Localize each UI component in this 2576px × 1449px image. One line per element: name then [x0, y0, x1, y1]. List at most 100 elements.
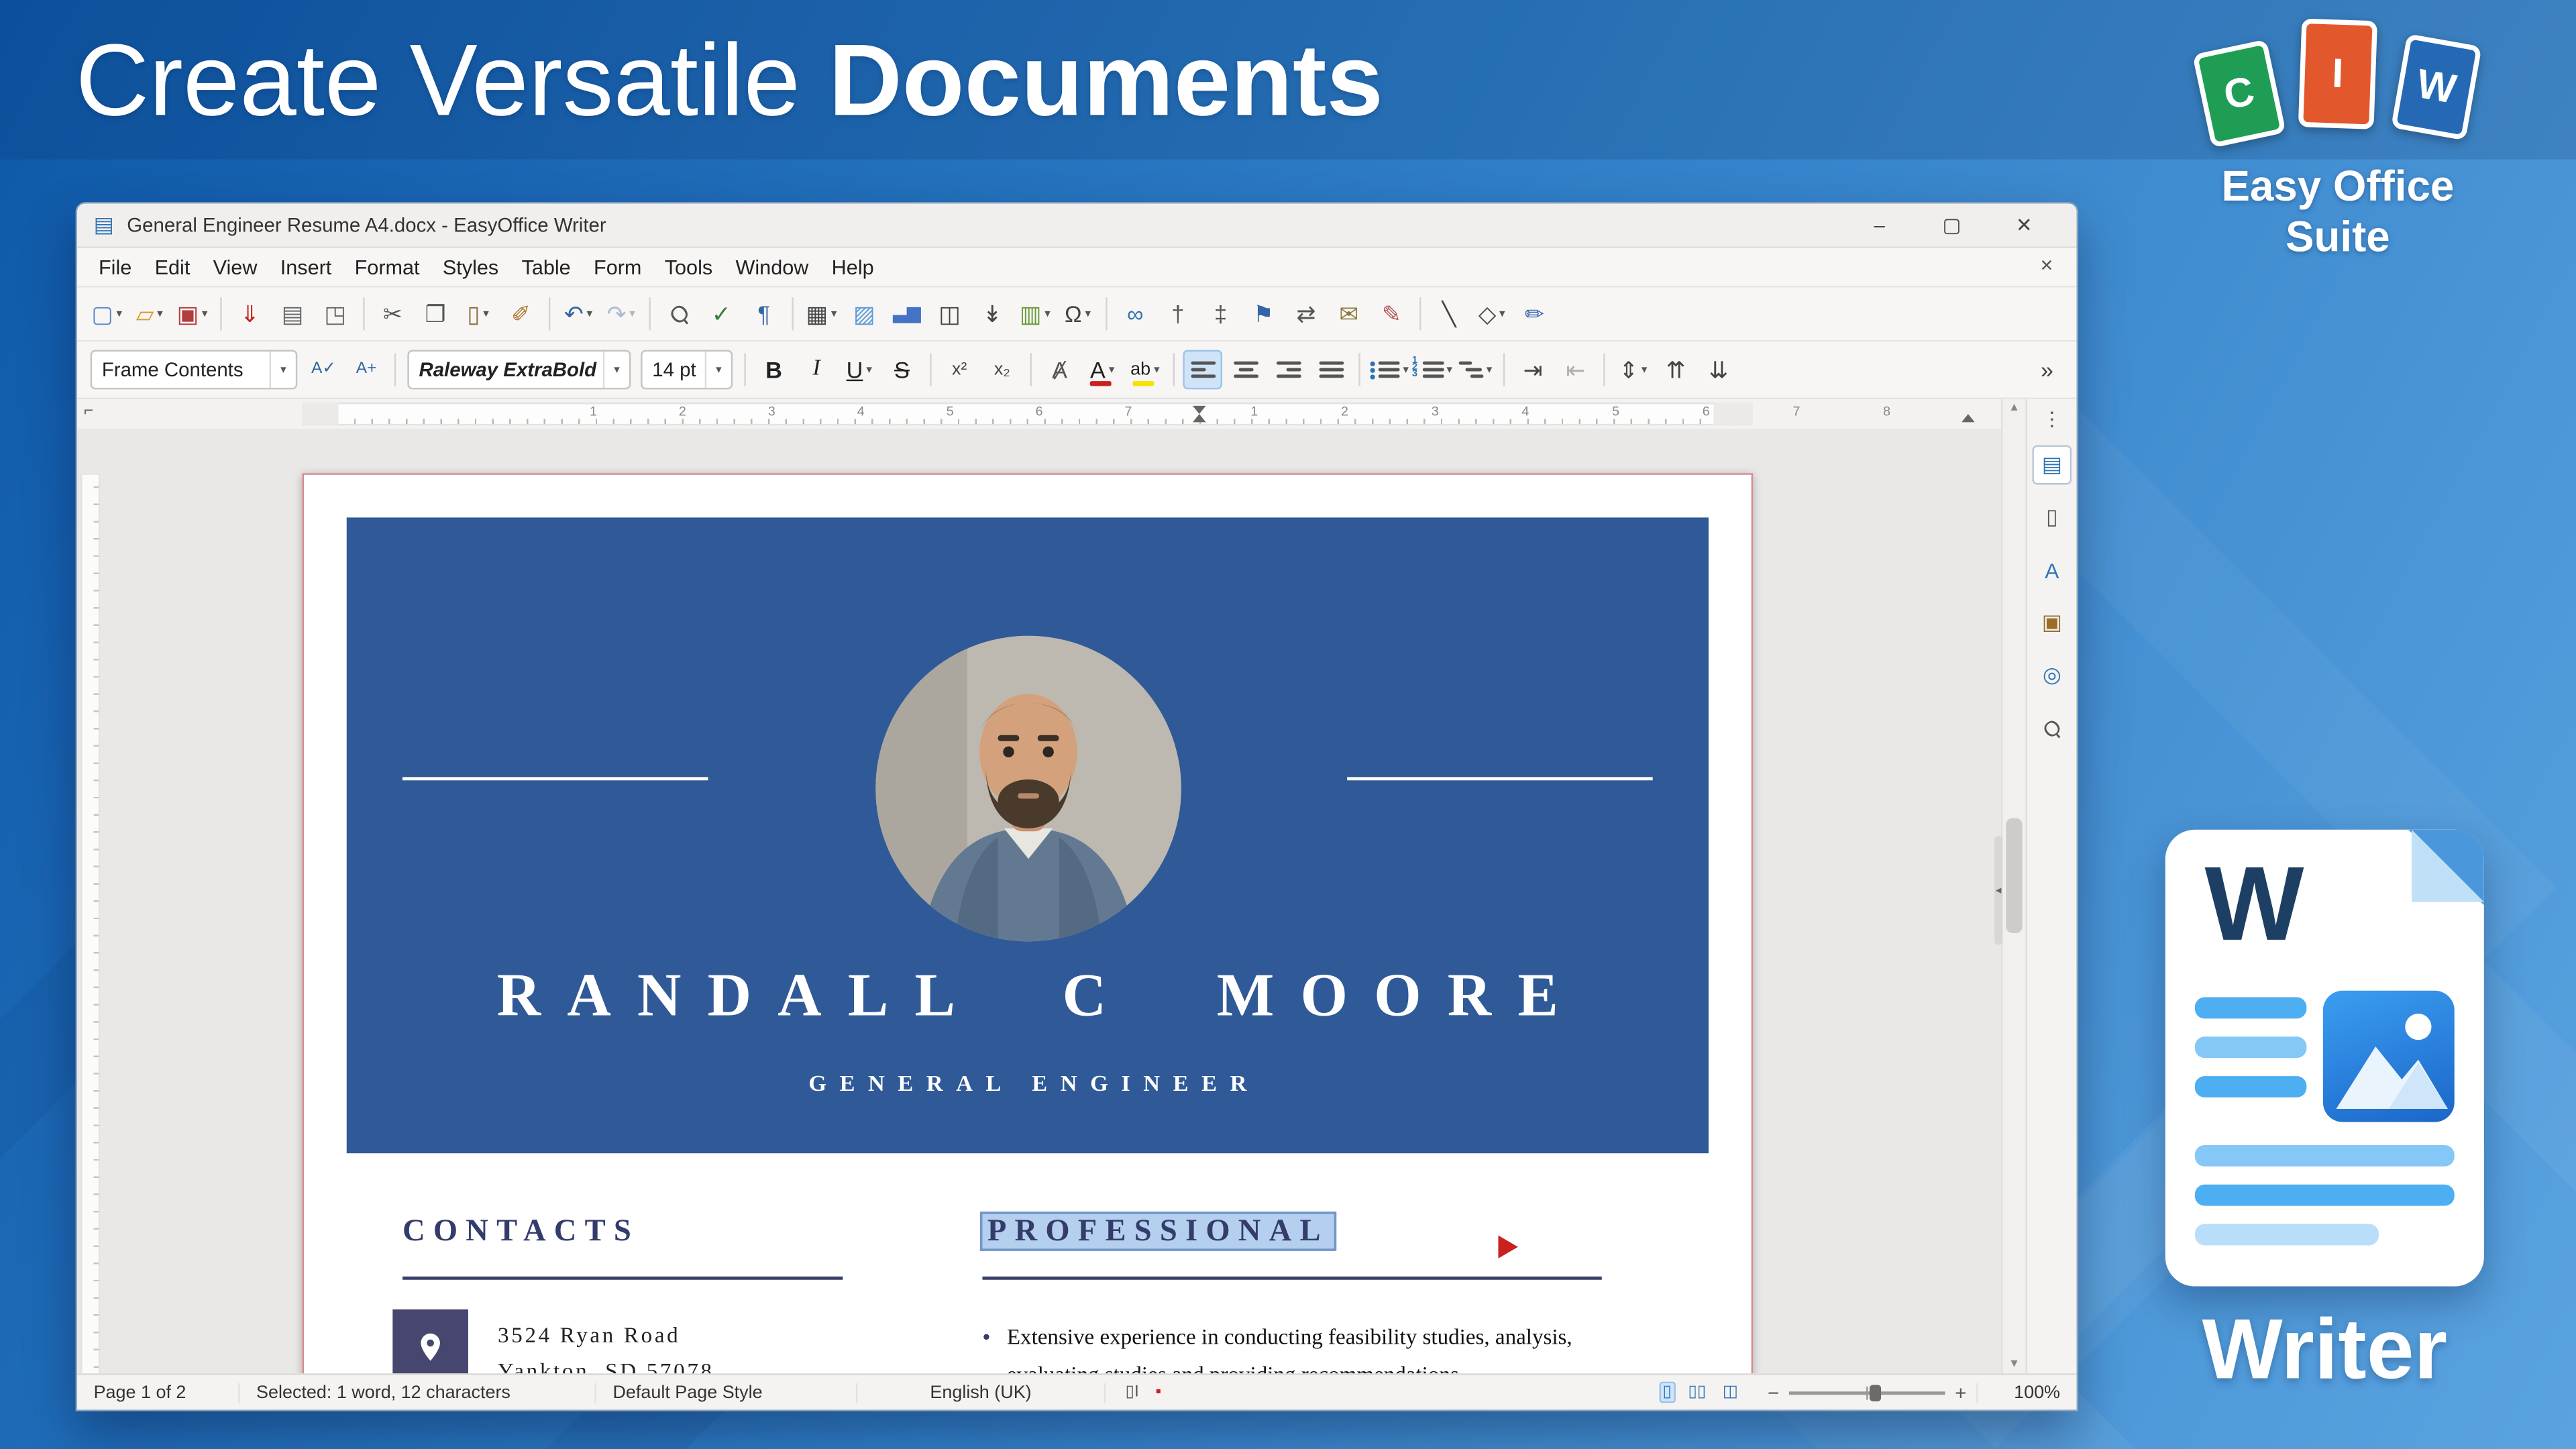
save-icon[interactable]: ▣▾	[172, 294, 212, 333]
new-document-icon[interactable]: ▢▾	[87, 294, 127, 333]
multi-page-view-icon[interactable]: ▯▯	[1684, 1382, 1709, 1403]
right-indent-marker[interactable]	[1962, 414, 1975, 422]
bold-icon[interactable]: B	[754, 350, 794, 390]
zoom-percentage[interactable]: 100%	[1976, 1383, 2076, 1402]
bullet-list-icon[interactable]: ▾	[1368, 350, 1409, 390]
subscript-icon[interactable]: x₂	[982, 350, 1022, 390]
menu-help[interactable]: Help	[820, 252, 885, 282]
sidebar-settings-icon[interactable]: ⋮	[2032, 406, 2072, 432]
gallery-deck-icon[interactable]: ▣	[2032, 603, 2072, 643]
selection-mode-icon[interactable]: ▯I	[1122, 1382, 1142, 1403]
menu-view[interactable]: View	[201, 252, 268, 282]
insert-textbox-icon[interactable]: ◫	[930, 294, 969, 333]
single-page-view-icon[interactable]: ▯	[1659, 1382, 1674, 1403]
page-deck-icon[interactable]: ▯	[2032, 498, 2072, 537]
insert-chart-icon[interactable]: ▃▆	[887, 294, 926, 333]
scroll-down-icon[interactable]: ▼	[2002, 1358, 2025, 1370]
align-right-icon[interactable]	[1269, 350, 1308, 390]
document-modified-icon[interactable]: ▪	[1152, 1382, 1164, 1403]
selected-text[interactable]: PROFESSIONAL	[982, 1214, 1334, 1248]
line-spacing-icon[interactable]: ⇕▾	[1613, 350, 1653, 390]
export-pdf-icon[interactable]: ⇓	[230, 294, 270, 333]
address-text[interactable]: 3524 Ryan Road Yankton, SD 57078	[498, 1318, 714, 1373]
menu-styles[interactable]: Styles	[431, 252, 511, 282]
insert-line-icon[interactable]: ╲	[1430, 294, 1469, 333]
resume-role[interactable]: GENERAL ENGINEER	[347, 1073, 1709, 1099]
basic-shapes-icon[interactable]: ◇▾	[1472, 294, 1511, 333]
insert-table-icon[interactable]: ▦▾	[802, 294, 841, 333]
menu-format[interactable]: Format	[343, 252, 431, 282]
cross-reference-icon[interactable]: ⇄	[1287, 294, 1326, 333]
align-left-icon[interactable]	[1183, 350, 1222, 390]
window-titlebar[interactable]: ▤ General Engineer Resume A4.docx - Easy…	[77, 204, 2076, 248]
page-style-indicator[interactable]: Default Page Style	[596, 1383, 857, 1402]
find-replace-icon[interactable]: Ϙ	[659, 294, 698, 333]
language-indicator[interactable]: English (UK)	[857, 1383, 1106, 1402]
insert-pagebreak-icon[interactable]: ↡	[973, 294, 1012, 333]
align-center-icon[interactable]	[1226, 350, 1265, 390]
maximize-button[interactable]: ▢	[1916, 204, 1988, 247]
superscript-icon[interactable]: x²	[940, 350, 979, 390]
scroll-up-icon[interactable]: ▲	[2002, 402, 2025, 414]
print-preview-icon[interactable]: ◳	[315, 294, 355, 333]
minimize-button[interactable]: –	[1843, 204, 1916, 247]
insert-field-icon[interactable]: ▥▾	[1015, 294, 1055, 333]
undo-icon[interactable]: ↶▾	[559, 294, 598, 333]
style-inspector-deck-icon[interactable]: Ϙ	[2032, 708, 2072, 748]
styles-deck-icon[interactable]: A	[2032, 550, 2072, 590]
menu-file[interactable]: File	[87, 252, 144, 282]
vertical-ruler[interactable]	[80, 473, 100, 1373]
print-icon[interactable]: ▤	[273, 294, 313, 333]
scrollbar-thumb[interactable]	[2006, 818, 2022, 933]
menu-tools[interactable]: Tools	[653, 252, 724, 282]
increase-paragraph-spacing-icon[interactable]: ⇈	[1656, 350, 1696, 390]
resume-header-block[interactable]: RANDALL C MOORE GENERAL ENGINEER	[347, 517, 1709, 1153]
hyperlink-icon[interactable]: ∞	[1116, 294, 1155, 333]
zoom-in-button[interactable]: +	[1955, 1381, 1966, 1403]
open-icon[interactable]: ▱▾	[129, 294, 169, 333]
track-changes-icon[interactable]: ✎	[1372, 294, 1411, 333]
align-justify-icon[interactable]	[1311, 350, 1350, 390]
professional-heading[interactable]: PROFESSIONAL	[982, 1214, 1334, 1250]
outline-list-icon[interactable]: ▾	[1456, 350, 1495, 390]
insert-footnote-icon[interactable]: †	[1159, 294, 1198, 333]
font-color-icon[interactable]: A▾	[1083, 350, 1122, 390]
vertical-scrollbar[interactable]: ▲ ▼	[2001, 399, 2026, 1373]
menu-form[interactable]: Form	[582, 252, 653, 282]
contacts-heading[interactable]: CONTACTS	[402, 1214, 639, 1250]
paragraph-style-select[interactable]: Frame Contents▾	[91, 350, 298, 390]
strikethrough-icon[interactable]: S	[882, 350, 922, 390]
zoom-out-button[interactable]: −	[1768, 1381, 1779, 1403]
redo-icon[interactable]: ↷▾	[601, 294, 641, 333]
page-number-indicator[interactable]: Page 1 of 2	[77, 1383, 239, 1402]
menu-edit[interactable]: Edit	[143, 252, 201, 282]
resume-name[interactable]: RANDALL C MOORE	[347, 961, 1709, 1032]
horizontal-ruler[interactable]: 1234567 12345678	[303, 402, 1753, 425]
clear-formatting-icon[interactable]: Ⱥ	[1040, 350, 1079, 390]
properties-deck-icon[interactable]: ▤	[2032, 445, 2072, 485]
menu-insert[interactable]: Insert	[269, 252, 343, 282]
increase-indent-icon[interactable]: ⇥	[1513, 350, 1553, 390]
spelling-icon[interactable]: ✓	[702, 294, 741, 333]
menu-table[interactable]: Table	[510, 252, 582, 282]
navigator-deck-icon[interactable]: ◎	[2032, 655, 2072, 695]
special-character-icon[interactable]: Ω▾	[1058, 294, 1097, 333]
zoom-slider[interactable]	[1789, 1391, 1945, 1394]
profile-photo[interactable]	[875, 636, 1181, 942]
draw-functions-icon[interactable]: ✏	[1515, 294, 1554, 333]
left-indent-marker[interactable]	[1193, 414, 1206, 422]
italic-icon[interactable]: I	[797, 350, 837, 390]
toolbar-overflow-button[interactable]: »	[2027, 350, 2067, 390]
cut-icon[interactable]: ✂	[373, 294, 413, 333]
font-size-select[interactable]: 14 pt▾	[641, 350, 733, 390]
professional-bullet-item[interactable]: ● Extensive experience in conducting fea…	[982, 1318, 1640, 1373]
sidebar-collapse-handle[interactable]: ◂	[1994, 837, 2002, 945]
insert-bookmark-icon[interactable]: ⚑	[1244, 294, 1283, 333]
font-name-select[interactable]: Raleway ExtraBold▾	[407, 350, 631, 390]
decrease-indent-icon[interactable]: ⇤	[1556, 350, 1595, 390]
selection-count-indicator[interactable]: Selected: 1 word, 12 characters	[240, 1383, 596, 1402]
zoom-slider-thumb[interactable]	[1870, 1384, 1882, 1400]
insert-endnote-icon[interactable]: ‡	[1201, 294, 1240, 333]
first-line-indent-marker[interactable]	[1193, 406, 1206, 414]
update-style-icon[interactable]: A✓	[304, 350, 343, 390]
